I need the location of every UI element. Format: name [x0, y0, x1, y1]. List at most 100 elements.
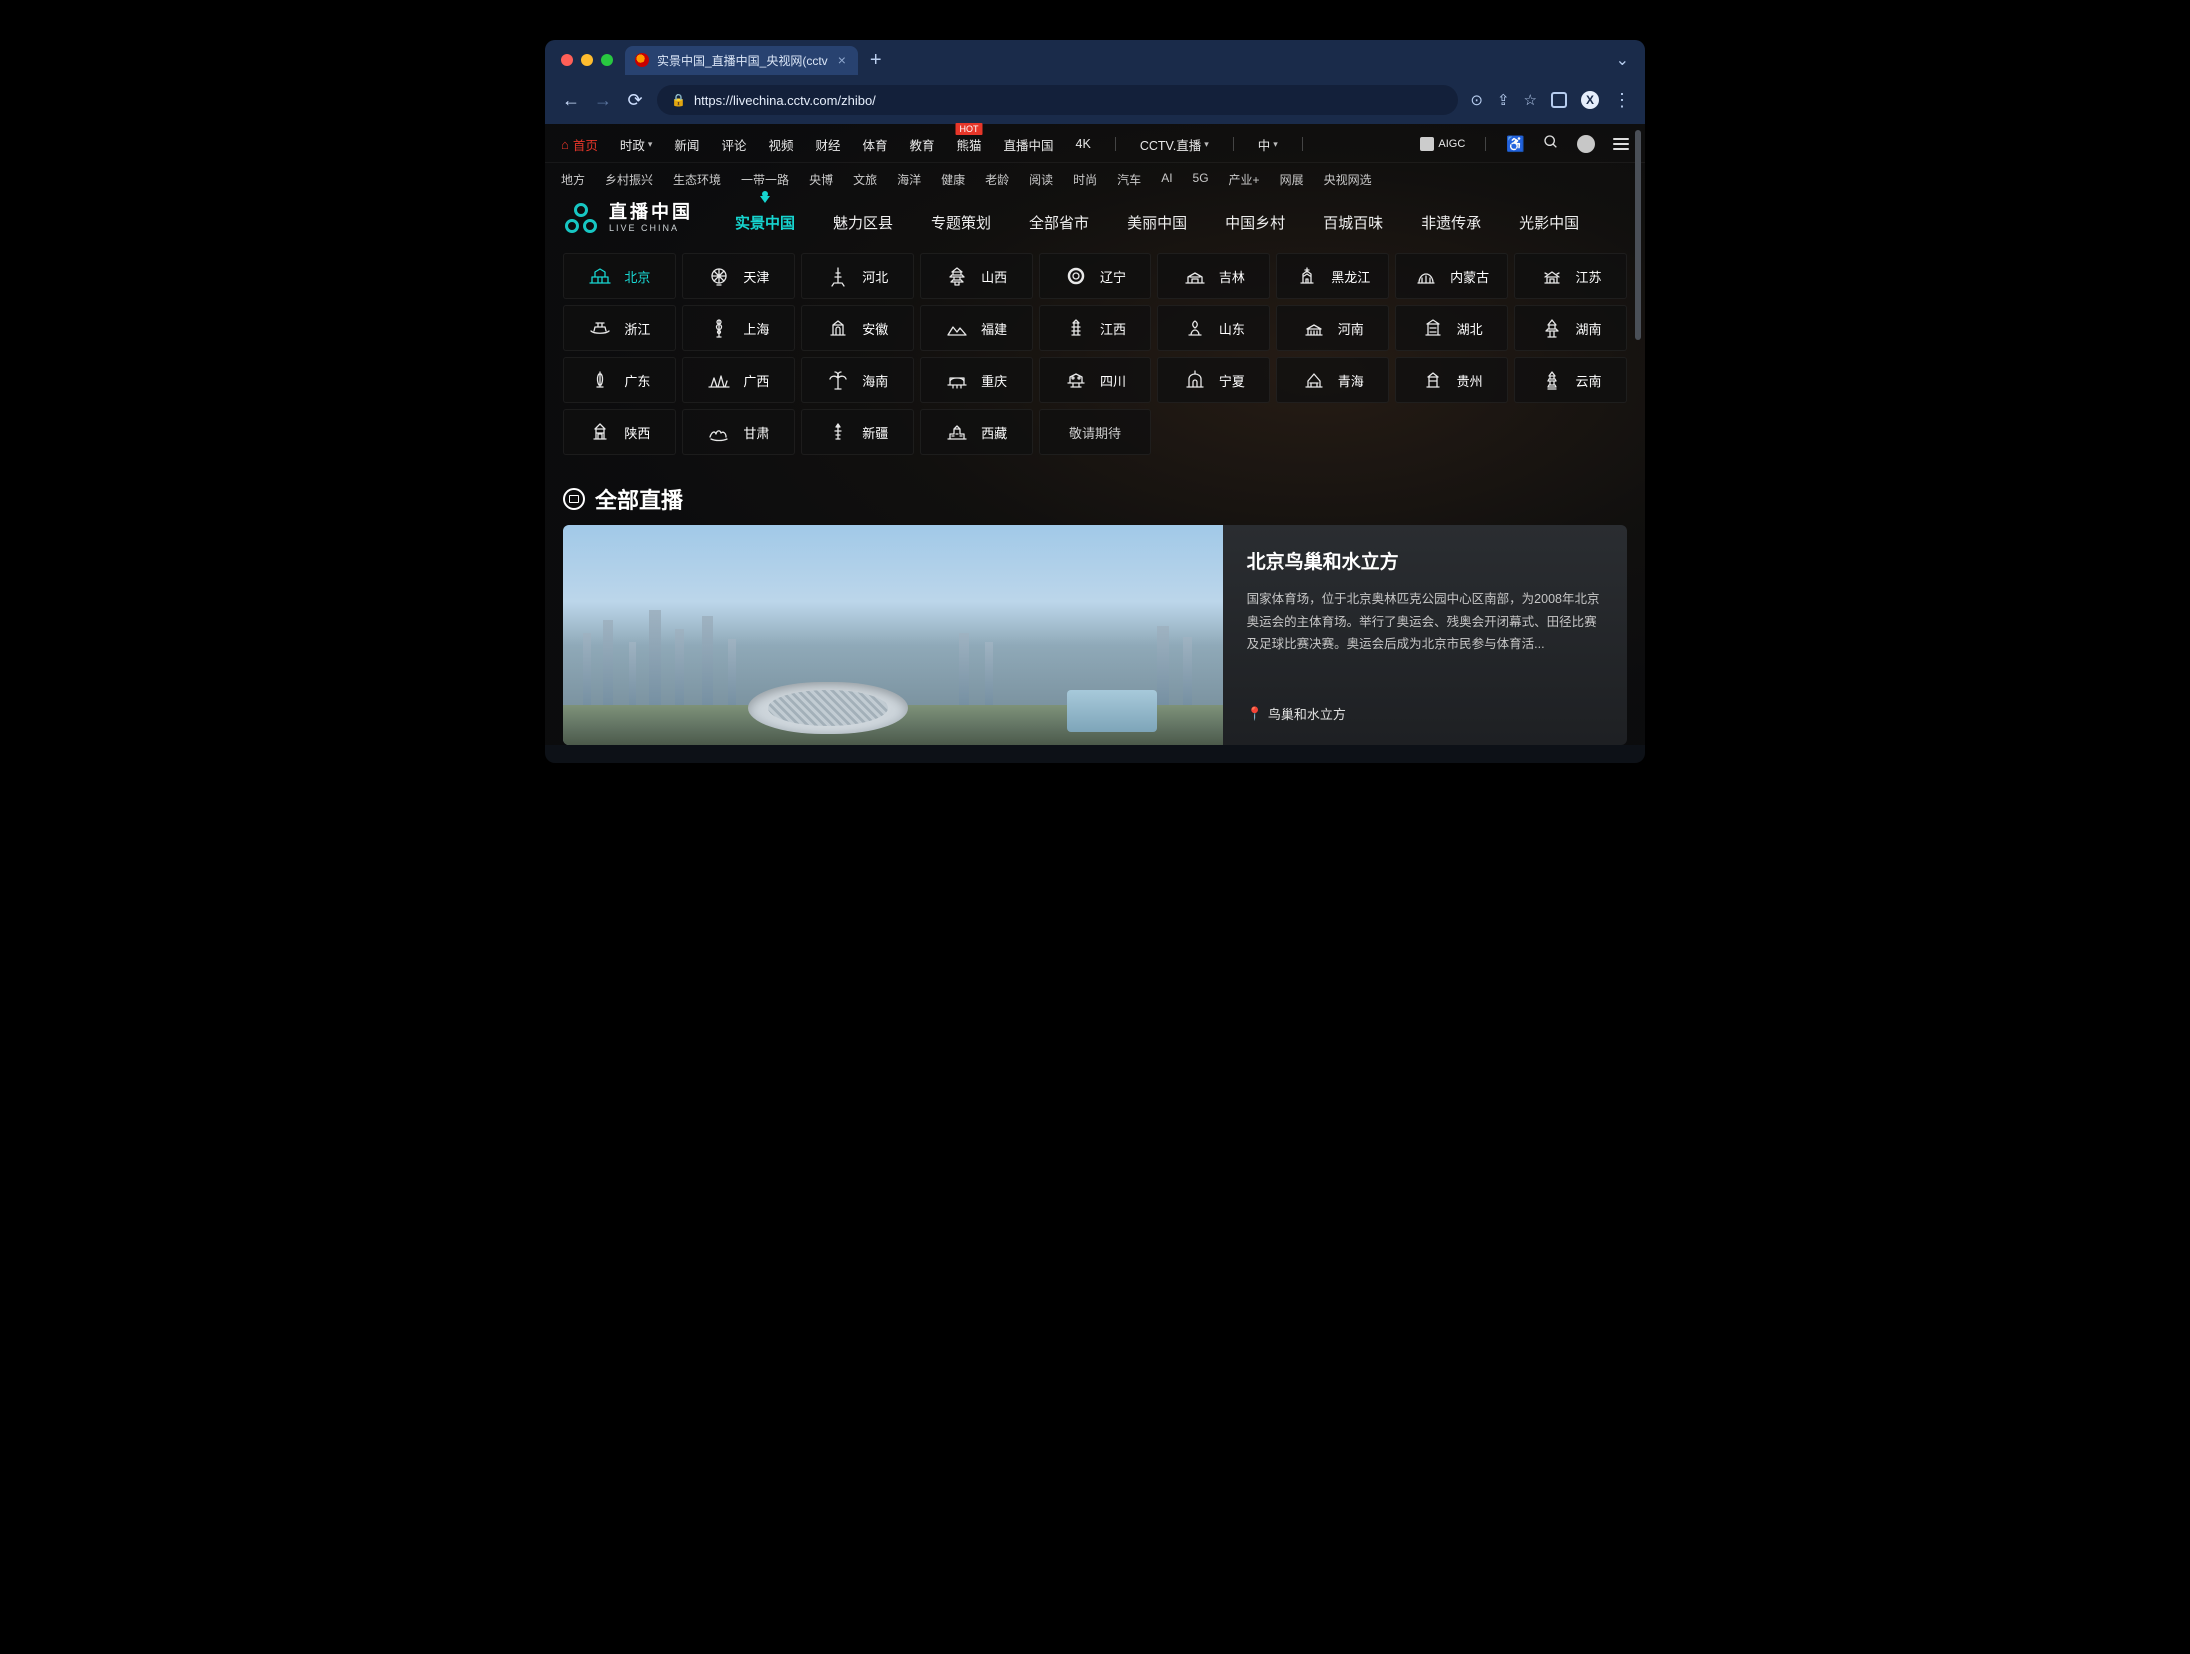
main-nav-item[interactable]: 非遗传承 — [1421, 202, 1481, 233]
nav-item[interactable]: 熊猫HOT — [957, 135, 982, 154]
subnav-item[interactable]: 产业+ — [1229, 171, 1260, 188]
province-cell[interactable]: 天津 — [682, 253, 795, 299]
province-cell[interactable]: 青海 — [1276, 357, 1389, 403]
province-cell[interactable]: 浙江 — [563, 305, 676, 351]
subnav-item[interactable]: 乡村振兴 — [605, 171, 653, 188]
nav-home[interactable]: ⌂ 首页 — [561, 135, 598, 154]
minimize-window-button[interactable] — [581, 54, 593, 66]
forward-button[interactable]: → — [593, 90, 613, 111]
nav-language[interactable]: 中 ▾ — [1258, 135, 1278, 154]
main-nav-item[interactable]: 专题策划 — [931, 202, 991, 233]
extensions-icon[interactable] — [1551, 92, 1567, 108]
nav-item[interactable]: 评论 — [721, 135, 746, 154]
province-cell[interactable]: 上海 — [682, 305, 795, 351]
nav-item[interactable]: 教育 — [910, 135, 935, 154]
back-button[interactable]: ← — [561, 90, 581, 111]
maximize-window-button[interactable] — [601, 54, 613, 66]
province-cell[interactable]: 湖北 — [1395, 305, 1508, 351]
accessibility-icon[interactable]: ♿ — [1506, 135, 1525, 153]
province-cell[interactable]: 贵州 — [1395, 357, 1508, 403]
province-cell[interactable]: 新疆 — [801, 409, 914, 455]
nav-item[interactable]: 财经 — [815, 135, 840, 154]
browser-tab[interactable]: 实景中国_直播中国_央视网(cctv × — [625, 46, 858, 75]
province-cell[interactable]: 山西 — [920, 253, 1033, 299]
province-cell[interactable]: 广东 — [563, 357, 676, 403]
subnav-item[interactable]: 央视网选 — [1324, 171, 1372, 188]
province-cell[interactable]: 北京 — [563, 253, 676, 299]
subnav-item[interactable]: 健康 — [941, 171, 965, 188]
nav-cctv-live-label: CCTV.直播 — [1140, 135, 1201, 154]
province-cell[interactable]: 云南 — [1514, 357, 1627, 403]
subnav-item[interactable]: 海洋 — [897, 171, 921, 188]
nav-home-label: 首页 — [573, 135, 598, 154]
site-logo[interactable]: 直播中国 LIVE CHINA — [563, 203, 693, 233]
main-nav-item[interactable]: 魅力区县 — [833, 202, 893, 233]
feature-card[interactable]: 北京鸟巢和水立方 国家体育场，位于北京奥林匹克公园中心区南部，为2008年北京奥… — [563, 525, 1627, 745]
province-cell[interactable]: 海南 — [801, 357, 914, 403]
nav-cctv-live[interactable]: CCTV.直播 ▾ — [1140, 135, 1209, 154]
province-label: 天津 — [743, 267, 769, 286]
nav-item[interactable]: 体育 — [862, 135, 887, 154]
main-nav-item[interactable]: 实景中国 — [735, 202, 795, 233]
scrollbar[interactable] — [1635, 130, 1641, 340]
province-cell[interactable]: 辽宁 — [1039, 253, 1152, 299]
province-cell[interactable]: 黑龙江 — [1276, 253, 1389, 299]
subnav-item[interactable]: 网展 — [1280, 171, 1304, 188]
subnav-item[interactable]: 老龄 — [985, 171, 1009, 188]
province-cell[interactable]: 陕西 — [563, 409, 676, 455]
reload-button[interactable]: ⟳ — [625, 90, 645, 111]
province-cell[interactable]: 河北 — [801, 253, 914, 299]
province-cell[interactable]: 福建 — [920, 305, 1033, 351]
subnav-item[interactable]: 一带一路 — [741, 171, 789, 188]
province-cell[interactable]: 西藏 — [920, 409, 1033, 455]
main-nav-item[interactable]: 美丽中国 — [1127, 202, 1187, 233]
hamburger-menu-icon[interactable] — [1613, 135, 1629, 153]
user-icon[interactable] — [1577, 135, 1595, 153]
search-icon[interactable] — [1543, 134, 1559, 154]
province-cell[interactable]: 四川 — [1039, 357, 1152, 403]
nav-item[interactable]: 视频 — [768, 135, 793, 154]
province-cell[interactable]: 甘肃 — [682, 409, 795, 455]
address-bar[interactable]: 🔒 https://livechina.cctv.com/zhibo/ — [657, 85, 1458, 115]
subnav-item[interactable]: 文旅 — [853, 171, 877, 188]
province-cell[interactable]: 内蒙古 — [1395, 253, 1508, 299]
bookmark-icon[interactable]: ☆ — [1524, 91, 1537, 109]
subnav-item[interactable]: 汽车 — [1117, 171, 1141, 188]
subnav-item[interactable]: 时尚 — [1073, 171, 1097, 188]
subnav-item[interactable]: AI — [1161, 171, 1172, 188]
tab-close-button[interactable]: × — [836, 52, 848, 68]
nav-item[interactable]: 新闻 — [674, 135, 699, 154]
tabs-dropdown-button[interactable]: ⌄ — [1616, 50, 1629, 70]
main-nav-item[interactable]: 光影中国 — [1519, 202, 1579, 233]
share-icon[interactable]: ⇪ — [1497, 91, 1510, 109]
province-cell[interactable]: 重庆 — [920, 357, 1033, 403]
main-nav-item[interactable]: 全部省市 — [1029, 202, 1089, 233]
province-cell[interactable]: 江西 — [1039, 305, 1152, 351]
subnav-item[interactable]: 央博 — [809, 171, 833, 188]
subnav-item[interactable]: 5G — [1193, 171, 1209, 188]
nav-item[interactable]: 时政▾ — [620, 135, 653, 154]
province-icon — [588, 317, 612, 339]
search-engine-icon[interactable]: ⊙ — [1470, 91, 1483, 109]
nav-item[interactable]: 4K — [1076, 137, 1091, 151]
menu-icon[interactable]: ⋮ — [1613, 90, 1629, 111]
province-cell[interactable]: 湖南 — [1514, 305, 1627, 351]
main-nav-item[interactable]: 百城百味 — [1323, 202, 1383, 233]
subnav-item[interactable]: 地方 — [561, 171, 585, 188]
nav-aigc[interactable]: AIGC — [1420, 137, 1465, 151]
province-cell[interactable]: 江苏 — [1514, 253, 1627, 299]
province-icon — [1183, 369, 1207, 391]
nav-item[interactable]: 直播中国 — [1004, 135, 1054, 154]
profile-icon[interactable]: X — [1581, 91, 1599, 109]
province-cell[interactable]: 宁夏 — [1157, 357, 1270, 403]
subnav-item[interactable]: 生态环境 — [673, 171, 721, 188]
province-cell[interactable]: 安徽 — [801, 305, 914, 351]
province-cell[interactable]: 广西 — [682, 357, 795, 403]
province-cell[interactable]: 河南 — [1276, 305, 1389, 351]
main-nav-item[interactable]: 中国乡村 — [1225, 202, 1285, 233]
subnav-item[interactable]: 阅读 — [1029, 171, 1053, 188]
new-tab-button[interactable]: + — [870, 49, 882, 72]
province-cell[interactable]: 山东 — [1157, 305, 1270, 351]
province-cell[interactable]: 吉林 — [1157, 253, 1270, 299]
close-window-button[interactable] — [561, 54, 573, 66]
